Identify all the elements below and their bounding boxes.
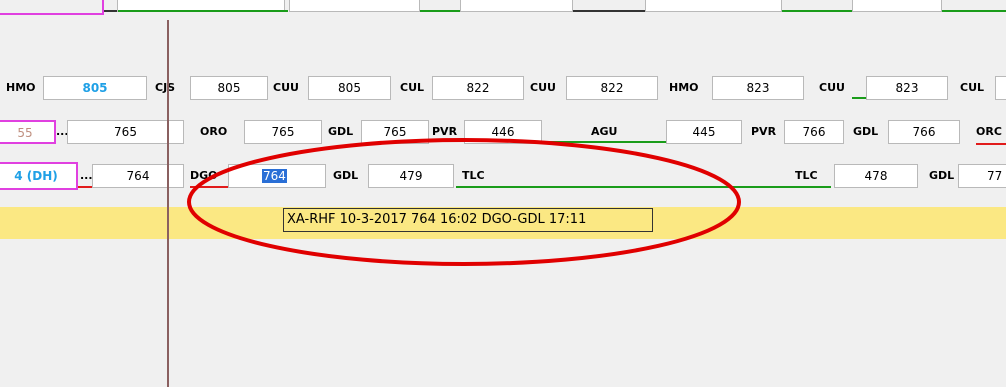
- flight-box[interactable]: 822: [566, 76, 658, 100]
- crew-box[interactable]: 4 (DH): [0, 162, 78, 190]
- station-code: CJS: [155, 81, 176, 94]
- crew-box[interactable]: 55: [0, 120, 56, 144]
- green-route-line: [942, 10, 1006, 12]
- flight-box-selected[interactable]: 764: [228, 164, 326, 188]
- flight-box[interactable]: 765: [244, 120, 322, 144]
- flight-box[interactable]: 765: [361, 120, 429, 144]
- station-code: GDL: [929, 169, 955, 182]
- schedule-row-2: 55 ... 765 ORO 765 GDL 765 PVR 446 AGU 4…: [0, 120, 1006, 146]
- green-route-line: [782, 10, 852, 12]
- station-code: CUL: [960, 81, 985, 94]
- top-flight-box[interactable]: [852, 0, 942, 12]
- green-route-line: [118, 10, 288, 12]
- top-flight-box[interactable]: [460, 0, 573, 12]
- flight-box[interactable]: 805: [190, 76, 268, 100]
- top-row: [0, 0, 1006, 20]
- flight-box[interactable]: 823: [866, 76, 948, 100]
- station-code: DGO: [190, 169, 218, 182]
- magenta-frame-top: [0, 0, 104, 15]
- flight-box[interactable]: 478: [834, 164, 918, 188]
- green-route-line: [420, 10, 460, 12]
- tooltip-text: XA-RHF 10-3-2017 764 16:02 DGO-GDL 17:11: [287, 212, 587, 227]
- flight-box[interactable]: 766: [888, 120, 960, 144]
- schedule-row-3: 4 (DH) ... 764 DGO 764 GDL 479 TLC TLC 4…: [0, 162, 1006, 190]
- selected-flight-text: 764: [262, 169, 287, 183]
- flight-box[interactable]: 805: [43, 76, 147, 100]
- station-code: ORC: [976, 125, 1002, 138]
- station-code: ORO: [200, 125, 228, 138]
- flight-box[interactable]: 764: [92, 164, 184, 188]
- station-code: PVR: [751, 125, 777, 138]
- flight-box[interactable]: 445: [666, 120, 742, 144]
- flight-box[interactable]: 822: [432, 76, 524, 100]
- station-code: TLC: [462, 169, 485, 182]
- top-flight-box[interactable]: [645, 0, 782, 12]
- station-code: HMO: [669, 81, 699, 94]
- station-code: HMO: [6, 81, 36, 94]
- annotation-ellipse: [187, 138, 741, 266]
- black-connector: [104, 10, 118, 12]
- station-code: GDL: [333, 169, 359, 182]
- station-code: PVR: [432, 125, 458, 138]
- time-marker-line[interactable]: [167, 20, 169, 387]
- flight-box[interactable]: 479: [368, 164, 454, 188]
- station-code: GDL: [853, 125, 879, 138]
- station-code: AGU: [591, 125, 618, 138]
- station-code: CUU: [530, 81, 556, 94]
- station-code: CUL: [400, 81, 425, 94]
- top-flight-box[interactable]: [289, 0, 420, 12]
- station-code: CUU: [819, 81, 845, 94]
- flight-box[interactable]: 805: [308, 76, 391, 100]
- station-code: TLC: [795, 169, 818, 182]
- red-route-line: [976, 143, 1006, 145]
- schedule-row-1: HMO 805 CJS 805 CUU 805 CUL 822 CUU 822 …: [0, 76, 1006, 102]
- red-route-line: [190, 186, 230, 188]
- flight-box[interactable]: 766: [784, 120, 844, 144]
- flight-box[interactable]: 446: [464, 120, 542, 144]
- station-code: CUU: [273, 81, 299, 94]
- black-connector: [573, 10, 645, 12]
- green-route-line: [852, 97, 866, 99]
- ellipsis: ...: [80, 169, 93, 182]
- station-code: GDL: [328, 125, 354, 138]
- flight-box[interactable]: 823: [712, 76, 804, 100]
- tooltip: XA-RHF 10-3-2017 764 16:02 DGO-GDL 17:11: [283, 208, 653, 232]
- flight-box[interactable]: 77: [958, 164, 1006, 188]
- green-route-line: [456, 186, 831, 188]
- flight-box[interactable]: [995, 76, 1006, 100]
